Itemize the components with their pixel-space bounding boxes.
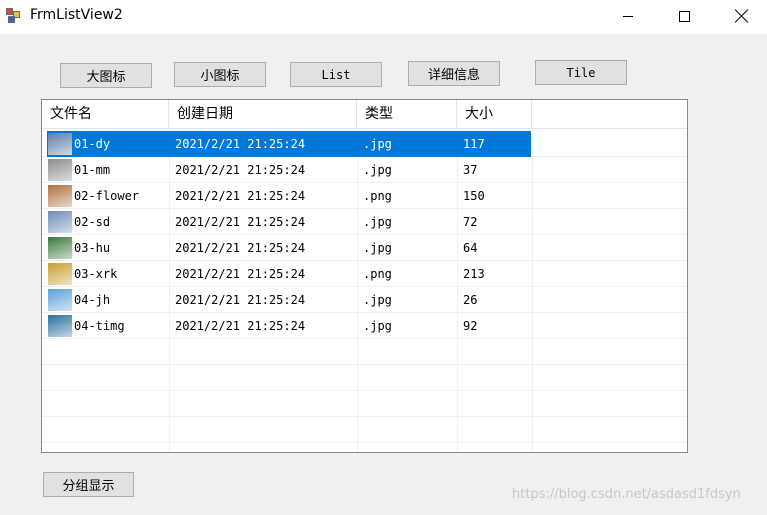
column-header-type[interactable]: 类型 (357, 100, 457, 129)
cell-type: .jpg (363, 241, 392, 255)
cell-date: 2021/2/21 21:25:24 (175, 189, 306, 203)
empty-row (42, 339, 687, 365)
cell-size: 64 (463, 241, 478, 255)
cell-type: .png (363, 267, 392, 281)
minimize-button[interactable] (605, 0, 651, 32)
maximize-button[interactable] (661, 0, 707, 32)
empty-row (42, 391, 687, 417)
list-header: 文件名 创建日期 类型 大小 (42, 100, 687, 129)
list-item[interactable]: 01-mm 2021/2/21 21:25:24 .jpg 37 (42, 157, 687, 183)
cell-name: 01-dy (74, 137, 111, 151)
column-header-created[interactable]: 创建日期 (169, 100, 357, 129)
form-window: FrmListView2 大图标 小图标 List 详细信息 Tile 文件名 … (0, 0, 767, 515)
cell-type: .jpg (363, 293, 392, 307)
cell-name: 02-flower (74, 189, 140, 203)
cell-size: 72 (463, 215, 478, 229)
list-item[interactable]: 02-sd 2021/2/21 21:25:24 .jpg 72 (42, 209, 687, 235)
maximize-icon (678, 10, 690, 22)
cell-date: 2021/2/21 21:25:24 (175, 163, 306, 177)
cell-size: 117 (463, 137, 485, 151)
cell-type: .jpg (363, 163, 392, 177)
cell-size: 26 (463, 293, 478, 307)
title-bar: FrmListView2 (0, 0, 767, 34)
cell-name: 04-timg (74, 319, 125, 333)
cell-date: 2021/2/21 21:25:24 (175, 215, 306, 229)
details-view-button[interactable]: 详细信息 (408, 61, 500, 86)
tile-view-button[interactable]: Tile (535, 60, 627, 85)
cell-date: 2021/2/21 21:25:24 (175, 267, 306, 281)
cell-type: .png (363, 189, 392, 203)
column-header-size[interactable]: 大小 (457, 100, 532, 129)
group-display-button[interactable]: 分组显示 (43, 472, 134, 497)
cell-type: .jpg (363, 137, 392, 151)
minimize-icon (623, 15, 633, 17)
app-icon (6, 8, 22, 24)
file-list-view[interactable]: 文件名 创建日期 类型 大小 01-dy 2021/2/21 21:25:24 .j… (41, 99, 688, 453)
cell-name: 04-jh (74, 293, 111, 307)
empty-row (42, 417, 687, 443)
cell-date: 2021/2/21 21:25:24 (175, 137, 306, 151)
cell-size: 92 (463, 319, 478, 333)
close-button[interactable] (719, 0, 765, 32)
cell-name: 03-xrk (74, 267, 118, 281)
list-view-button[interactable]: List (290, 62, 382, 87)
column-header-filename[interactable]: 文件名 (42, 100, 169, 129)
cell-size: 37 (463, 163, 478, 177)
list-item[interactable]: 04-jh 2021/2/21 21:25:24 .jpg 26 (42, 287, 687, 313)
cell-date: 2021/2/21 21:25:24 (175, 319, 306, 333)
window-title: FrmListView2 (30, 7, 123, 23)
cell-date: 2021/2/21 21:25:24 (175, 293, 306, 307)
cell-name: 03-hu (74, 241, 111, 255)
list-item[interactable]: 02-flower 2021/2/21 21:25:24 .png 150 (42, 183, 687, 209)
large-icon-button[interactable]: 大图标 (60, 63, 152, 88)
cell-type: .jpg (363, 319, 392, 333)
list-item[interactable]: 04-timg 2021/2/21 21:25:24 .jpg 92 (42, 313, 687, 339)
cell-name: 01-mm (74, 163, 111, 177)
cell-type: .jpg (363, 215, 392, 229)
small-icon-button[interactable]: 小图标 (174, 62, 266, 87)
cell-name: 02-sd (74, 215, 111, 229)
list-item[interactable]: 03-xrk 2021/2/21 21:25:24 .png 213 (42, 261, 687, 287)
cell-size: 150 (463, 189, 485, 203)
list-item[interactable]: 01-dy 2021/2/21 21:25:24 .jpg 117 (42, 131, 687, 157)
cell-size: 213 (463, 267, 485, 281)
list-item[interactable]: 03-hu 2021/2/21 21:25:24 .jpg 64 (42, 235, 687, 261)
empty-row (42, 365, 687, 391)
cell-date: 2021/2/21 21:25:24 (175, 241, 306, 255)
watermark: https://blog.csdn.net/asdasd1fdsyn (512, 487, 741, 502)
close-icon (735, 9, 749, 23)
